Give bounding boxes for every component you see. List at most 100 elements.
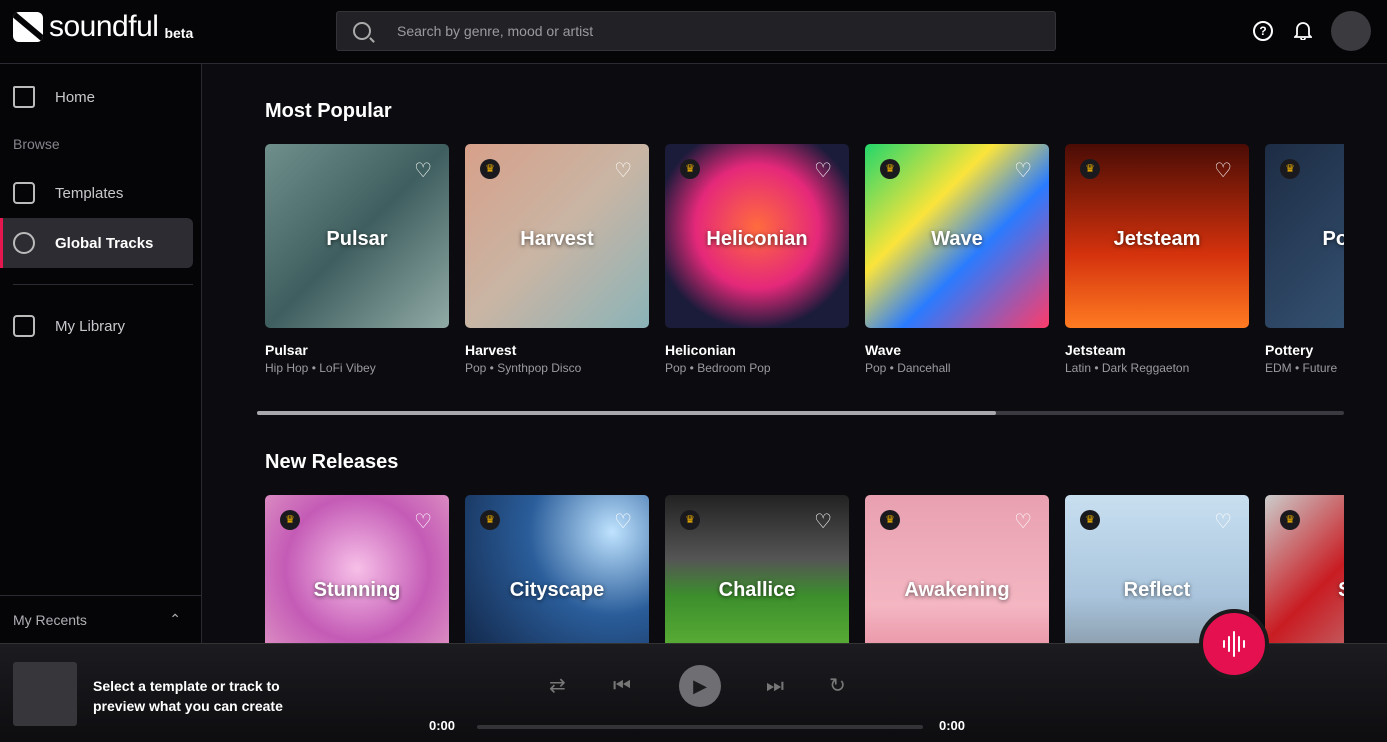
search-icon [353, 22, 371, 40]
artwork-title: Pottery [1322, 228, 1344, 250]
chevron-up-icon: ⌃ [169, 611, 181, 627]
sidebar-item-label: Home [55, 88, 96, 106]
crown-icon: ♛ [880, 159, 900, 179]
bell-icon[interactable] [1294, 20, 1312, 40]
music-folder-icon [13, 315, 35, 337]
heart-icon[interactable]: ♡ [414, 161, 432, 181]
browse-heading: Browse [13, 136, 60, 152]
beta-label: beta [164, 25, 194, 41]
shuffle-icon[interactable]: ⇄ [549, 674, 566, 698]
heart-icon[interactable]: ♡ [1014, 161, 1032, 181]
my-recents-label: My Recents [13, 611, 87, 628]
track-artwork[interactable]: ♛ ♡ Awakening [865, 495, 1049, 643]
track-genre: Latin • Dark Reggaeton [1065, 361, 1190, 375]
track-genre: Pop • Synthpop Disco [465, 361, 582, 375]
player-prompt: Select a template or track to preview wh… [93, 678, 283, 714]
track-card[interactable]: ♛ ♡ Wave Wave Pop • Dancehall [865, 144, 1049, 375]
track-card[interactable]: ♡ Pulsar Pulsar Hip Hop • LoFi Vibey [265, 144, 449, 375]
track-card[interactable]: ♛ ♡ Challice [665, 495, 849, 643]
logo-text: soundful [49, 10, 159, 43]
crown-icon: ♛ [280, 510, 300, 530]
scrollbar-thumb[interactable] [257, 411, 997, 415]
track-card[interactable]: ♛ ♡ Heliconian Heliconian Pop • Bedroom … [665, 144, 849, 375]
heart-icon[interactable]: ♡ [1014, 512, 1032, 532]
track-artwork[interactable]: ♛ ♡ Jetsteam [1065, 144, 1249, 328]
heart-icon[interactable]: ♡ [1214, 512, 1232, 532]
track-genre: Hip Hop • LoFi Vibey [265, 361, 376, 375]
search-bar[interactable] [336, 11, 1056, 51]
track-card[interactable]: ♛ ♡ Pottery Pottery EDM • Future [1265, 144, 1344, 375]
track-artwork[interactable]: ♛ ♡ Cityscape [465, 495, 649, 643]
track-artwork[interactable]: ♛ ♡ Stunning [265, 495, 449, 643]
sidebar-item-templates[interactable]: Templates [0, 168, 193, 218]
logo[interactable]: soundful beta [13, 12, 193, 42]
track-title[interactable]: Jetsteam [1065, 342, 1249, 358]
track-artwork[interactable]: ♛ ♡ Wave [865, 144, 1049, 328]
heart-icon[interactable]: ♡ [1214, 161, 1232, 181]
sidebar-item-my-library[interactable]: My Library [0, 301, 193, 351]
artwork-title: Reflect [1123, 579, 1191, 601]
avatar[interactable] [1331, 11, 1371, 51]
track-card[interactable]: ♛ ♡ Stunning [265, 495, 449, 643]
sidebar-item-global-tracks[interactable]: Global Tracks [0, 218, 193, 268]
crown-icon: ♛ [1280, 510, 1300, 530]
track-title[interactable]: Pulsar [265, 342, 449, 358]
heart-icon[interactable]: ♡ [614, 161, 632, 181]
logo-mark-icon [13, 12, 43, 42]
player-bar: Select a template or track to preview wh… [0, 643, 1387, 742]
track-card[interactable]: ♛ ♡ Harvest Harvest Pop • Synthpop Disco [465, 144, 649, 375]
track-thumbnail [13, 662, 77, 726]
track-artwork[interactable]: ♛ ♡ Pottery [1265, 144, 1344, 328]
disc-icon [13, 232, 35, 254]
track-title[interactable]: Wave [865, 342, 1049, 358]
create-track-button[interactable] [1199, 609, 1269, 679]
track-title[interactable]: Pottery [1265, 342, 1344, 358]
track-title[interactable]: Heliconian [665, 342, 849, 358]
track-artwork[interactable]: ♡ Pulsar [265, 144, 449, 328]
horizontal-scrollbar[interactable] [257, 411, 1344, 415]
heart-icon[interactable]: ♡ [814, 161, 832, 181]
divider [13, 284, 193, 285]
track-artwork[interactable]: ♛ ♡ Harvest [465, 144, 649, 328]
top-bar: soundful beta ? [0, 0, 1387, 64]
artwork-title: Wave [931, 228, 983, 250]
crown-icon: ♛ [880, 510, 900, 530]
section-title-most-popular: Most Popular [265, 100, 392, 122]
track-card[interactable]: ♛ ♡ Cityscape [465, 495, 649, 643]
repeat-icon[interactable]: ↻ [829, 674, 846, 698]
track-title[interactable]: Harvest [465, 342, 649, 358]
crown-icon: ♛ [480, 510, 500, 530]
heart-icon[interactable]: ♡ [614, 512, 632, 532]
track-artwork[interactable]: ♛ ♡ Challice [665, 495, 849, 643]
heart-icon[interactable]: ♡ [814, 512, 832, 532]
track-artwork[interactable]: ♛ ♡ Sub [1265, 495, 1344, 643]
total-time: 0:00 [939, 718, 966, 733]
track-card[interactable]: ♛ ♡ Sub [1265, 495, 1344, 643]
progress-bar[interactable] [477, 725, 923, 729]
main-content: Most Popular ♡ Pulsar Pulsar Hip Hop • L… [202, 64, 1387, 643]
artwork-title: Jetsteam [1113, 228, 1201, 250]
my-recents-toggle[interactable]: My Recents ⌃ [0, 595, 201, 643]
heart-icon[interactable]: ♡ [414, 512, 432, 532]
crown-icon: ♛ [1280, 159, 1300, 179]
crown-icon: ♛ [680, 510, 700, 530]
next-icon[interactable]: ⏭ [766, 674, 784, 698]
search-input[interactable] [397, 23, 997, 39]
templates-icon [13, 182, 35, 204]
track-card[interactable]: ♛ ♡ Jetsteam Jetsteam Latin • Dark Regga… [1065, 144, 1249, 375]
track-genre: Pop • Dancehall [865, 361, 951, 375]
crown-icon: ♛ [1080, 159, 1100, 179]
track-card[interactable]: ♛ ♡ Awakening [865, 495, 1049, 643]
sidebar-item-home[interactable]: Home [0, 72, 193, 122]
play-button[interactable]: ▶ [679, 665, 721, 707]
previous-icon[interactable]: ⏮ [613, 674, 631, 698]
artwork-title: Stunning [313, 579, 401, 601]
artwork-title: Harvest [520, 228, 594, 250]
help-icon[interactable]: ? [1253, 21, 1273, 41]
home-icon [13, 86, 35, 108]
track-genre: Pop • Bedroom Pop [665, 361, 771, 375]
current-time: 0:00 [429, 718, 456, 733]
crown-icon: ♛ [1080, 510, 1100, 530]
track-artwork[interactable]: ♛ ♡ Heliconian [665, 144, 849, 328]
artwork-title: Cityscape [509, 579, 605, 601]
